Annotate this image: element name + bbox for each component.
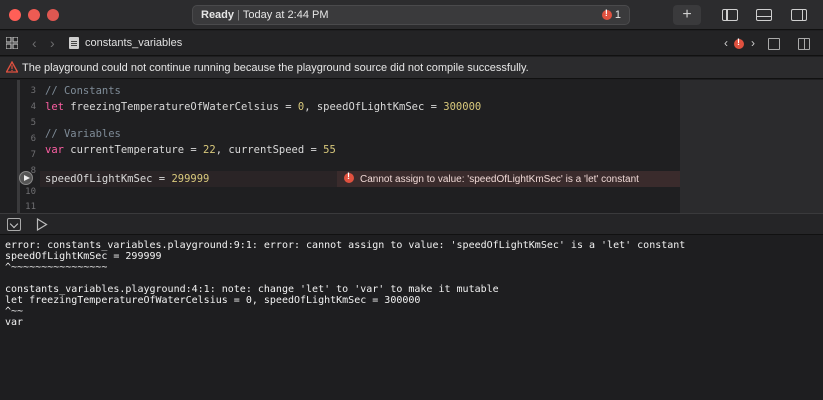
debug-area-toolbar	[0, 213, 823, 235]
hide-debug-area-icon[interactable]	[7, 218, 21, 231]
error-icon	[601, 8, 612, 20]
toggle-inspector-button[interactable]	[785, 5, 813, 25]
line-number: 11	[25, 202, 36, 212]
console-line: constants_variables.playground:4:1: note…	[5, 284, 499, 295]
line-number: 4	[30, 102, 36, 112]
keyword-token: var	[45, 144, 64, 156]
title-bar: Ready|Today at 2:44 PM 1 +	[0, 0, 823, 30]
console-output[interactable]: error: constants_variables.playground:9:…	[0, 236, 823, 400]
forward-chevron-icon[interactable]: ›	[50, 35, 55, 51]
line-number: 3	[30, 86, 36, 96]
close-window-button[interactable]	[9, 9, 21, 21]
next-issue-chevron-icon[interactable]: ›	[751, 36, 755, 50]
console-line: ^~~	[5, 306, 24, 317]
comment-token: // Constants	[45, 85, 121, 97]
status-separator: |	[237, 9, 240, 21]
console-line: speedOfLightKmSec = 299999	[5, 251, 162, 262]
inline-error-message[interactable]: Cannot assign to value: 'speedOfLightKmS…	[344, 171, 639, 185]
line-number: 10	[25, 187, 36, 197]
issue-indicator[interactable]	[734, 37, 744, 52]
code-line-3: // Constants	[45, 85, 121, 97]
number-token: 55	[323, 144, 336, 156]
number-token: 300000	[443, 101, 482, 113]
toggle-navigator-button[interactable]	[716, 5, 744, 25]
line-number: 6	[30, 134, 36, 144]
warning-triangle-icon	[6, 61, 18, 73]
split-editor-icon[interactable]	[798, 38, 810, 50]
code-token: freezingTemperatureOfWaterCelsius =	[63, 101, 298, 113]
number-token: 299999	[171, 173, 210, 185]
inline-error-text: Cannot assign to value: 'speedOfLightKmS…	[360, 174, 639, 185]
status-text: Ready | Today at 2:44 PM	[201, 9, 329, 21]
console-line: var	[5, 317, 24, 328]
debug-area-layout-icon	[756, 9, 772, 21]
code-token: currentTemperature =	[63, 144, 204, 156]
code-line-7: var currentTemperature = 22, currentSpee…	[45, 144, 336, 156]
warning-message: The playground could not continue runnin…	[22, 62, 529, 74]
inspector-layout-icon	[791, 9, 807, 21]
playground-file-icon	[69, 37, 79, 49]
compile-warning-bar: The playground could not continue runnin…	[0, 57, 823, 79]
code-token: , speedOfLightKmSec =	[304, 101, 444, 113]
toggle-debug-area-button[interactable]	[750, 5, 778, 25]
console-line: error: constants_variables.playground:9:…	[5, 240, 686, 251]
error-icon	[734, 37, 744, 49]
back-chevron-icon[interactable]: ‹	[32, 35, 37, 51]
console-line: ^~~~~~~~~~~~~~~~~	[5, 262, 108, 273]
status-error-indicator[interactable]: 1	[601, 8, 621, 21]
code-line-9: speedOfLightKmSec = 299999	[45, 173, 209, 185]
status-time: Today at 2:44 PM	[242, 9, 329, 21]
status-state: Ready	[201, 9, 235, 21]
code-line-6: // Variables	[45, 128, 121, 140]
code-token: speedOfLightKmSec =	[45, 173, 172, 185]
results-sidebar	[680, 80, 823, 213]
line-numbers: 3 4 5 6 7 8 10 11	[20, 80, 40, 213]
breadcrumb-file-name[interactable]: constants_variables	[85, 37, 182, 49]
add-library-button[interactable]: +	[673, 5, 701, 25]
keyword-token: let	[45, 101, 64, 113]
editor-options-icon[interactable]	[768, 38, 780, 50]
line-number: 7	[30, 150, 36, 160]
zoom-window-button[interactable]	[47, 9, 59, 21]
code-line-4: let freezingTemperatureOfWaterCelsius = …	[45, 101, 481, 113]
previous-issue-chevron-icon[interactable]: ‹	[724, 36, 728, 50]
run-to-line-button[interactable]	[19, 171, 33, 185]
run-playground-icon[interactable]	[36, 218, 48, 231]
activity-status: Ready|Today at 2:44 PM 1	[192, 5, 630, 25]
status-error-count: 1	[614, 9, 621, 21]
error-icon	[344, 171, 354, 183]
jump-bar: ‹ › constants_variables ‹ ›	[0, 31, 823, 56]
line-number: 5	[30, 118, 36, 128]
number-token: 22	[203, 144, 216, 156]
code-token: , currentSpeed =	[215, 144, 324, 156]
minimize-window-button[interactable]	[28, 9, 40, 21]
navigator-layout-icon	[722, 9, 738, 21]
comment-token: // Variables	[45, 128, 121, 140]
source-editor[interactable]: 3 4 5 6 7 8 10 11 // Constants let freez…	[0, 80, 823, 213]
related-items-grid-icon[interactable]	[6, 37, 18, 49]
console-line: let freezingTemperatureOfWaterCelsius = …	[5, 295, 421, 306]
